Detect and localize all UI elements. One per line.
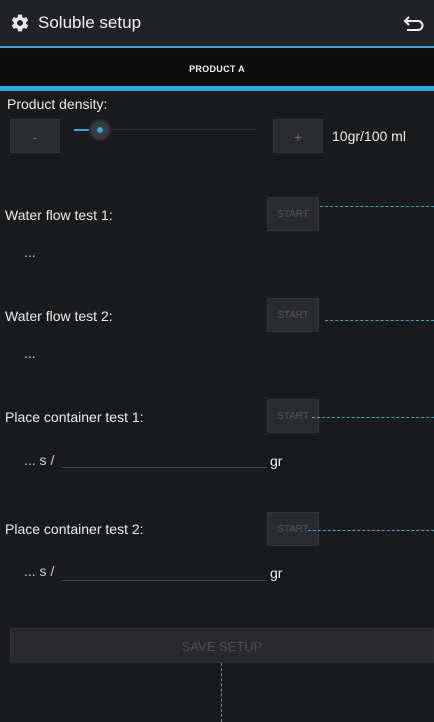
save-setup-button[interactable]: SAVE SETUP bbox=[10, 628, 434, 663]
place-container-test-1-weight-input[interactable] bbox=[62, 467, 267, 468]
density-slider[interactable] bbox=[74, 121, 256, 139]
place-container-test-2-start-button[interactable]: START bbox=[267, 512, 319, 546]
dashed-guide bbox=[312, 417, 434, 418]
water-flow-test-1-start-button[interactable]: START bbox=[267, 197, 319, 231]
water-flow-test-2-label: Water flow test 2: bbox=[5, 308, 113, 324]
dashed-guide bbox=[320, 206, 434, 207]
density-label: Product density: bbox=[7, 96, 108, 112]
place-container-test-2-label: Place container test 2: bbox=[5, 521, 144, 537]
place-container-test-1-time: ... s / bbox=[24, 452, 55, 468]
place-container-test-2-weight-input[interactable] bbox=[62, 580, 267, 581]
density-value: 10gr/100 ml bbox=[332, 128, 406, 144]
water-flow-test-1-label: Water flow test 1: bbox=[5, 207, 113, 223]
place-container-test-1-start-button[interactable]: START bbox=[267, 399, 319, 433]
tab-product-a[interactable]: PRODUCT A bbox=[0, 64, 434, 74]
slider-thumb-core bbox=[97, 127, 103, 133]
water-flow-test-1-result: ... bbox=[24, 244, 36, 260]
return-arrow-icon[interactable] bbox=[403, 15, 425, 31]
gear-icon bbox=[11, 14, 29, 32]
dashed-guide bbox=[308, 530, 434, 531]
place-container-test-1-unit: gr bbox=[270, 453, 283, 469]
density-minus-button[interactable]: - bbox=[10, 119, 60, 153]
action-bar: Soluble setup bbox=[0, 0, 434, 48]
dashed-guide bbox=[221, 663, 222, 722]
place-container-test-1-label: Place container test 1: bbox=[5, 409, 144, 425]
water-flow-test-2-result: ... bbox=[24, 345, 36, 361]
place-container-test-2-time: ... s / bbox=[24, 563, 55, 579]
water-flow-test-2-start-button[interactable]: START bbox=[267, 298, 319, 332]
place-container-test-2-unit: gr bbox=[270, 565, 283, 581]
dashed-guide bbox=[325, 320, 434, 321]
density-plus-button[interactable]: + bbox=[273, 119, 323, 153]
page-title: Soluble setup bbox=[38, 13, 142, 32]
